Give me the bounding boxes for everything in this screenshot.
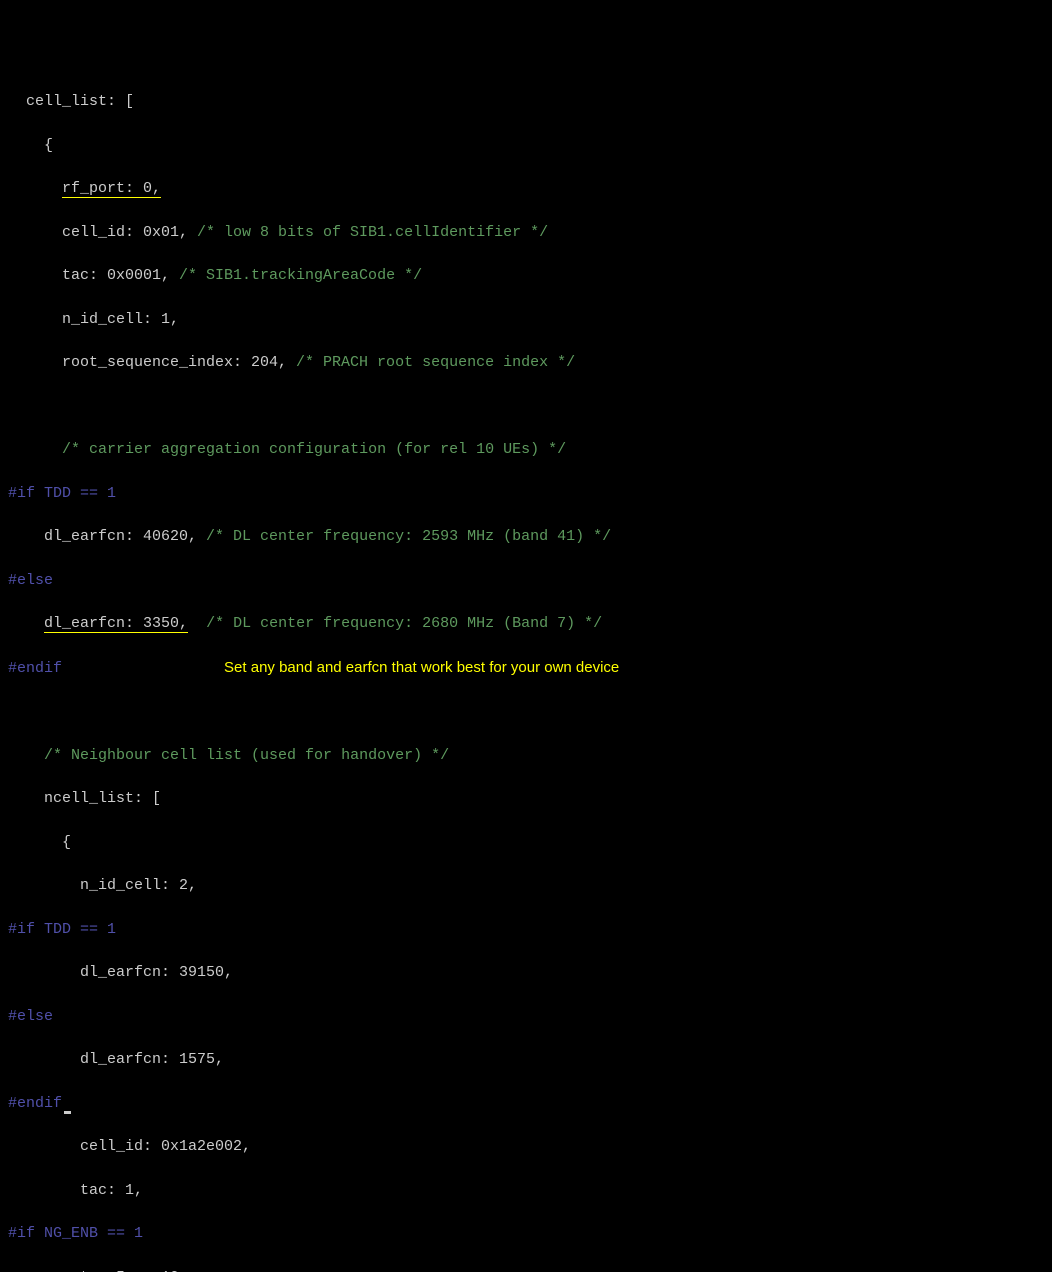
code-line: rf_port: 0, <box>8 178 1044 200</box>
code-line: root_sequence_index: 204, /* PRACH root … <box>8 352 1044 374</box>
code-line: n_id_cell: 2, <box>8 875 1044 897</box>
code-line: cell_id: 0x01, /* low 8 bits of SIB1.cel… <box>8 222 1044 244</box>
code-text: tac: 1, <box>8 1182 143 1199</box>
code-line: tac: 0x0001, /* SIB1.trackingAreaCode */ <box>8 265 1044 287</box>
cursor <box>64 1111 71 1114</box>
code-text: cell_id: 0x01, <box>8 224 197 241</box>
code-line <box>8 396 1044 418</box>
code-text: dl_earfcn: 40620, <box>8 528 206 545</box>
code-line: /* Neighbour cell list (used for handove… <box>8 745 1044 767</box>
code-line: #else <box>8 570 1044 592</box>
code-comment: /* DL center frequency: 2680 MHz (Band 7… <box>206 615 602 632</box>
code-line: cell_list: [ <box>8 91 1044 113</box>
code-text: dl_earfcn: 39150, <box>8 964 233 981</box>
code-comment: /* carrier aggregation configuration (fo… <box>62 441 566 458</box>
code-comment: /* Neighbour cell list (used for handove… <box>44 747 449 764</box>
code-text <box>8 615 44 632</box>
code-line: #if NG_ENB == 1 <box>8 1223 1044 1245</box>
code-line: dl_earfcn: 39150, <box>8 962 1044 984</box>
spacer <box>62 660 224 677</box>
code-comment: /* DL center frequency: 2593 MHz (band 4… <box>206 528 611 545</box>
code-line: #if TDD == 1 <box>8 483 1044 505</box>
code-text: dl_earfcn: 1575, <box>8 1051 224 1068</box>
highlighted-text: rf_port: 0, <box>62 180 161 198</box>
code-text <box>8 747 44 764</box>
code-text: { <box>8 137 53 154</box>
code-line: ncell_list: [ <box>8 788 1044 810</box>
code-comment: /* low 8 bits of SIB1.cellIdentifier */ <box>197 224 548 241</box>
preprocessor-directive: #if NG_ENB == 1 <box>8 1225 143 1242</box>
code-text: cell_id: 0x1a2e002, <box>8 1138 251 1155</box>
highlighted-text: dl_earfcn: 3350, <box>44 615 188 633</box>
code-line: { <box>8 832 1044 854</box>
code-comment: /* PRACH root sequence index */ <box>296 354 575 371</box>
code-line: { <box>8 135 1044 157</box>
code-line: /* carrier aggregation configuration (fo… <box>8 439 1044 461</box>
preprocessor-directive: #endif <box>8 1095 62 1112</box>
code-text: n_id_cell: 2, <box>8 877 197 894</box>
preprocessor-directive: #else <box>8 572 53 589</box>
preprocessor-directive: #if TDD == 1 <box>8 485 116 502</box>
code-text <box>8 441 62 458</box>
annotation-text: Set any band and earfcn that work best f… <box>224 659 619 676</box>
code-line: #if TDD == 1 <box>8 919 1044 941</box>
code-text: { <box>8 834 71 851</box>
code-text: cell_list: [ <box>8 93 134 110</box>
code-text: tac: 0x0001, <box>8 267 179 284</box>
code-line: #else <box>8 1006 1044 1028</box>
code-line: dl_earfcn: 3350, /* DL center frequency:… <box>8 613 1044 635</box>
code-text: ncell_list: [ <box>8 790 161 807</box>
code-line: #endif <box>8 1093 1044 1115</box>
code-line: #endif Set any band and earfcn that work… <box>8 657 1044 680</box>
code-text: root_sequence_index: 204, <box>8 354 296 371</box>
code-line: dl_earfcn: 40620, /* DL center frequency… <box>8 526 1044 548</box>
code-text <box>188 615 206 632</box>
preprocessor-directive: #if TDD == 1 <box>8 921 116 938</box>
code-text: tac_5gc: 10, <box>8 1269 188 1272</box>
code-line: cell_id: 0x1a2e002, <box>8 1136 1044 1158</box>
code-text <box>8 180 62 197</box>
code-text: n_id_cell: 1, <box>8 311 179 328</box>
code-line: dl_earfcn: 1575, <box>8 1049 1044 1071</box>
code-line: tac_5gc: 10, <box>8 1267 1044 1272</box>
code-comment: /* SIB1.trackingAreaCode */ <box>179 267 422 284</box>
code-line <box>8 701 1044 723</box>
preprocessor-directive: #else <box>8 1008 53 1025</box>
preprocessor-directive: #endif <box>8 660 62 677</box>
code-line: n_id_cell: 1, <box>8 309 1044 331</box>
code-line: tac: 1, <box>8 1180 1044 1202</box>
